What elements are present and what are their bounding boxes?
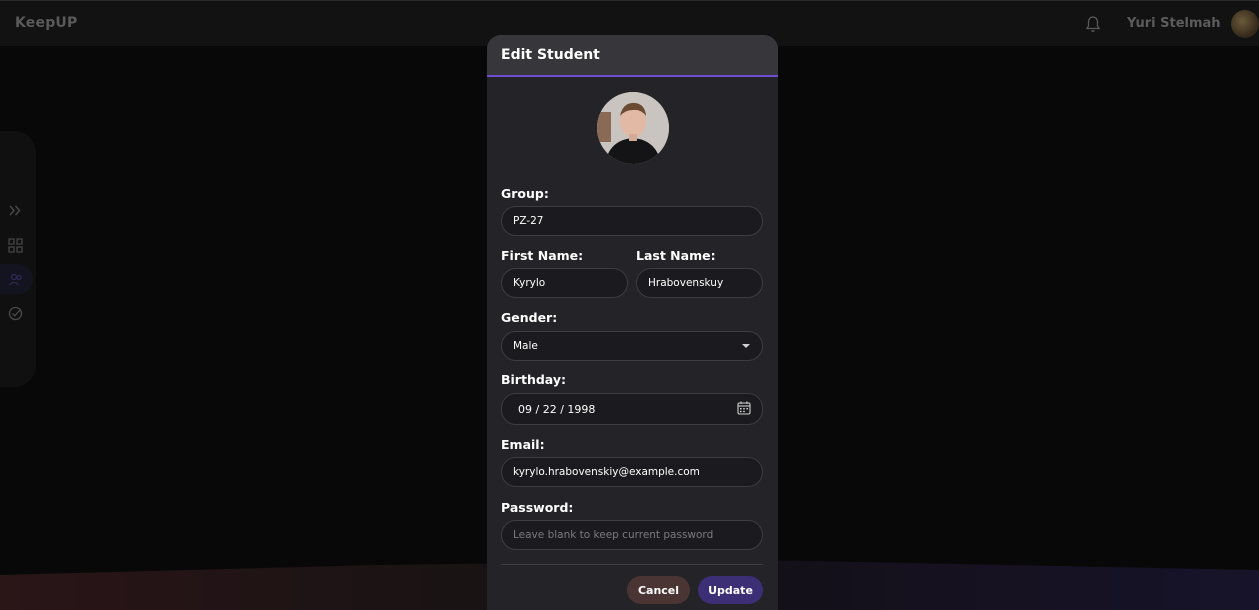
modal-title: Edit Student <box>501 47 600 63</box>
birthday-input[interactable]: 09 / 22 / 1998 <box>501 393 763 425</box>
cancel-button[interactable]: Cancel <box>627 576 690 604</box>
update-button[interactable]: Update <box>698 576 763 604</box>
check-circle-icon[interactable] <box>8 306 23 321</box>
chevron-down-icon <box>742 344 750 348</box>
avatar[interactable] <box>1231 10 1259 38</box>
last-name-input[interactable]: Hrabovenskuy <box>636 268 763 298</box>
gender-value: Male <box>513 340 538 352</box>
email-label: Email: <box>501 437 545 452</box>
group-input[interactable]: PZ-27 <box>501 206 763 236</box>
birthday-value: 09 / 22 / 1998 <box>518 402 596 416</box>
student-photo[interactable] <box>597 92 669 164</box>
password-input[interactable]: Leave blank to keep current password <box>501 520 763 550</box>
users-icon[interactable] <box>8 272 23 287</box>
edit-student-modal: Edit Student Group: PZ-27 First Name: Ky… <box>487 35 778 610</box>
group-label: Group: <box>501 186 549 201</box>
gender-select[interactable]: Male <box>501 331 763 361</box>
username[interactable]: Yuri Stelmah <box>1127 16 1221 31</box>
gender-label: Gender: <box>501 310 558 325</box>
first-name-input[interactable]: Kyrylo <box>501 268 628 298</box>
calendar-icon[interactable] <box>737 401 751 415</box>
expand-icon[interactable] <box>8 203 23 218</box>
last-name-label: Last Name: <box>636 248 716 263</box>
footer-divider <box>501 564 763 565</box>
email-input[interactable]: kyrylo.hrabovenskiy@example.com <box>501 457 763 487</box>
first-name-label: First Name: <box>501 248 584 263</box>
app-logo[interactable]: KeepUP <box>15 15 77 31</box>
sidebar <box>0 131 36 387</box>
modal-header: Edit Student <box>487 35 778 77</box>
password-label: Password: <box>501 500 574 515</box>
dashboard-icon[interactable] <box>8 238 23 253</box>
student-photo-image <box>597 92 669 164</box>
bell-icon[interactable] <box>1085 15 1101 33</box>
birthday-label: Birthday: <box>501 372 566 387</box>
